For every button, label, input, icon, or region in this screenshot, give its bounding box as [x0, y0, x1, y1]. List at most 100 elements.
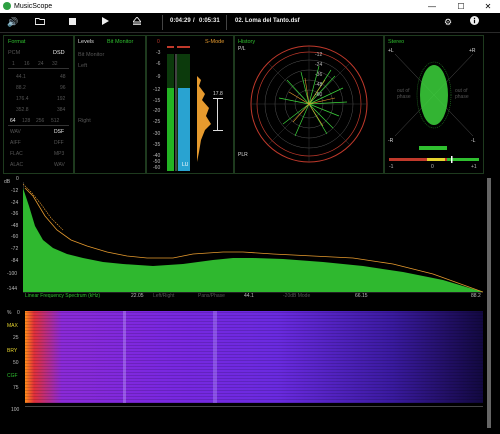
rate-right: 192	[57, 96, 66, 102]
out-of-phase-right: out of phase	[455, 88, 469, 100]
levels-title: Levels	[78, 39, 94, 45]
mode-label[interactable]: Pans/Phase	[198, 293, 225, 299]
stop-button[interactable]	[65, 16, 79, 29]
title-bar: MusicScope — ☐ ✕	[0, 0, 500, 13]
spectrogram-band	[123, 311, 126, 403]
bits-value: 256	[36, 118, 45, 124]
format-right: DSF	[54, 129, 64, 135]
toolbar: 🔊 0:04:29 / 0:05:31 02. Loma del Tanto.d…	[0, 13, 500, 33]
ring-label: -24	[315, 62, 323, 68]
max-label: MAX	[7, 323, 18, 329]
ring-label: -60	[315, 92, 323, 98]
ring-label: -36	[315, 72, 323, 78]
spectrum-y-tick: -72	[11, 246, 19, 252]
format-right: DFF	[54, 140, 64, 146]
meter-tick: -12	[153, 87, 161, 93]
meter-tick: -20	[153, 108, 161, 114]
rate-right: 384	[57, 107, 66, 113]
dsd-rate: 1	[12, 61, 15, 67]
spectrum-y-tick: -84	[11, 258, 19, 264]
settings-gear-icon[interactable]: ⚙	[441, 16, 455, 29]
spectrum-y-tick: -144	[7, 286, 18, 292]
levels-mode[interactable]: Bit Monitor	[107, 39, 133, 45]
spectrogram-y-tick: 25	[13, 335, 19, 341]
meter-tick: -6	[156, 61, 161, 67]
maximize-button[interactable]: ☐	[453, 1, 469, 12]
dsd-rate: 32	[52, 61, 58, 67]
folder-icon[interactable]	[33, 16, 47, 29]
pcm-rate: 176.4	[16, 96, 29, 102]
divider	[8, 68, 69, 69]
pcm-rate: 88.2	[16, 85, 26, 91]
stereo-panel: Stereo +L +R -R -L out of phase out of p…	[384, 35, 484, 174]
bits-value: 512	[51, 118, 60, 124]
spectrum-y-tick: -60	[11, 234, 19, 240]
out-of-phase-left: out of phase	[397, 88, 411, 100]
history-radar	[250, 45, 368, 163]
minimize-button[interactable]: —	[424, 1, 440, 12]
divider	[8, 125, 69, 126]
spectrum-y-tick: -36	[11, 211, 19, 217]
spectrogram-band	[213, 311, 217, 403]
window-title: MusicScope	[14, 3, 53, 10]
meter-tick: -60	[153, 165, 161, 171]
format-left: FLAC	[10, 151, 23, 157]
right-label: Right	[78, 118, 91, 124]
format-left: ALAC	[10, 162, 24, 168]
pcm-label: PCM	[8, 50, 21, 56]
corr-mid: 0	[431, 164, 434, 170]
spectrum-panel: dB 0 -12 -24 -36 -48 -60 -72 -84 -100 -1…	[3, 176, 483, 304]
spectrogram-image	[25, 311, 483, 403]
levels-panel: Levels Bit Monitor Bit Monitor Left Righ…	[74, 35, 146, 174]
volume-icon[interactable]: 🔊	[6, 16, 20, 29]
toolbar-separator	[226, 15, 227, 30]
x-tick: 44.1	[244, 293, 254, 299]
spectrum-y-tick: -24	[11, 200, 19, 206]
eject-icon[interactable]	[130, 16, 144, 29]
corr-right: +1	[471, 164, 477, 170]
elapsed-time: 0:04:29	[170, 18, 191, 24]
dsd-label: DSD	[53, 50, 65, 56]
total-time: 0:05:31	[199, 18, 220, 24]
dsd-rate: 24	[38, 61, 44, 67]
rate-right: 96	[60, 85, 66, 91]
play-button[interactable]	[98, 16, 112, 29]
mode-label[interactable]: Left/Right	[153, 293, 174, 299]
pcm-rate: 44.1	[16, 74, 26, 80]
meter-tick: -9	[156, 74, 161, 80]
spectrum-y-tick: 0	[16, 176, 19, 182]
ring-label: -48	[315, 82, 323, 88]
meter-tick: -3	[156, 50, 161, 56]
left-label: Left	[78, 63, 88, 69]
x-tick: 66.15	[355, 293, 368, 299]
lu-label: LU	[182, 162, 189, 168]
track-name: 02. Loma del Tanto.dsf	[235, 18, 300, 24]
meter-tick: -25	[153, 119, 161, 125]
format-left: WAV	[10, 129, 21, 135]
spectrogram-y-tick: 50	[13, 360, 19, 366]
bits-value: 64	[10, 118, 16, 124]
s-mode-label[interactable]: S-Mode	[205, 39, 224, 45]
pct-label: %	[7, 310, 12, 316]
pcm-rate: 352.8	[16, 107, 29, 113]
mode-label[interactable]: Linear Frequency Spectrum (kHz)	[25, 293, 100, 299]
rate-right: 48	[60, 74, 66, 80]
spectrum-graph	[23, 182, 483, 293]
scrollbar[interactable]	[487, 178, 491, 428]
axis-line	[25, 406, 483, 407]
spectrum-y-tick: -100	[7, 271, 18, 277]
close-button[interactable]: ✕	[480, 1, 496, 12]
stereo-scope	[389, 53, 479, 163]
mode-label[interactable]: -20dB Mode	[283, 293, 310, 299]
peak-value: 17.8	[213, 91, 223, 97]
dsd-rate: 16	[24, 61, 30, 67]
bits-value: 128	[22, 118, 31, 124]
db-label: dB	[4, 179, 11, 185]
cgf-label: CGF	[7, 373, 18, 379]
meter-tick: -15	[153, 98, 161, 104]
format-right: WAV	[54, 162, 65, 168]
info-icon[interactable]	[467, 16, 481, 29]
bry-label: BRY	[7, 348, 18, 354]
toolbar-separator	[162, 15, 163, 30]
time-divider: /	[193, 18, 195, 24]
